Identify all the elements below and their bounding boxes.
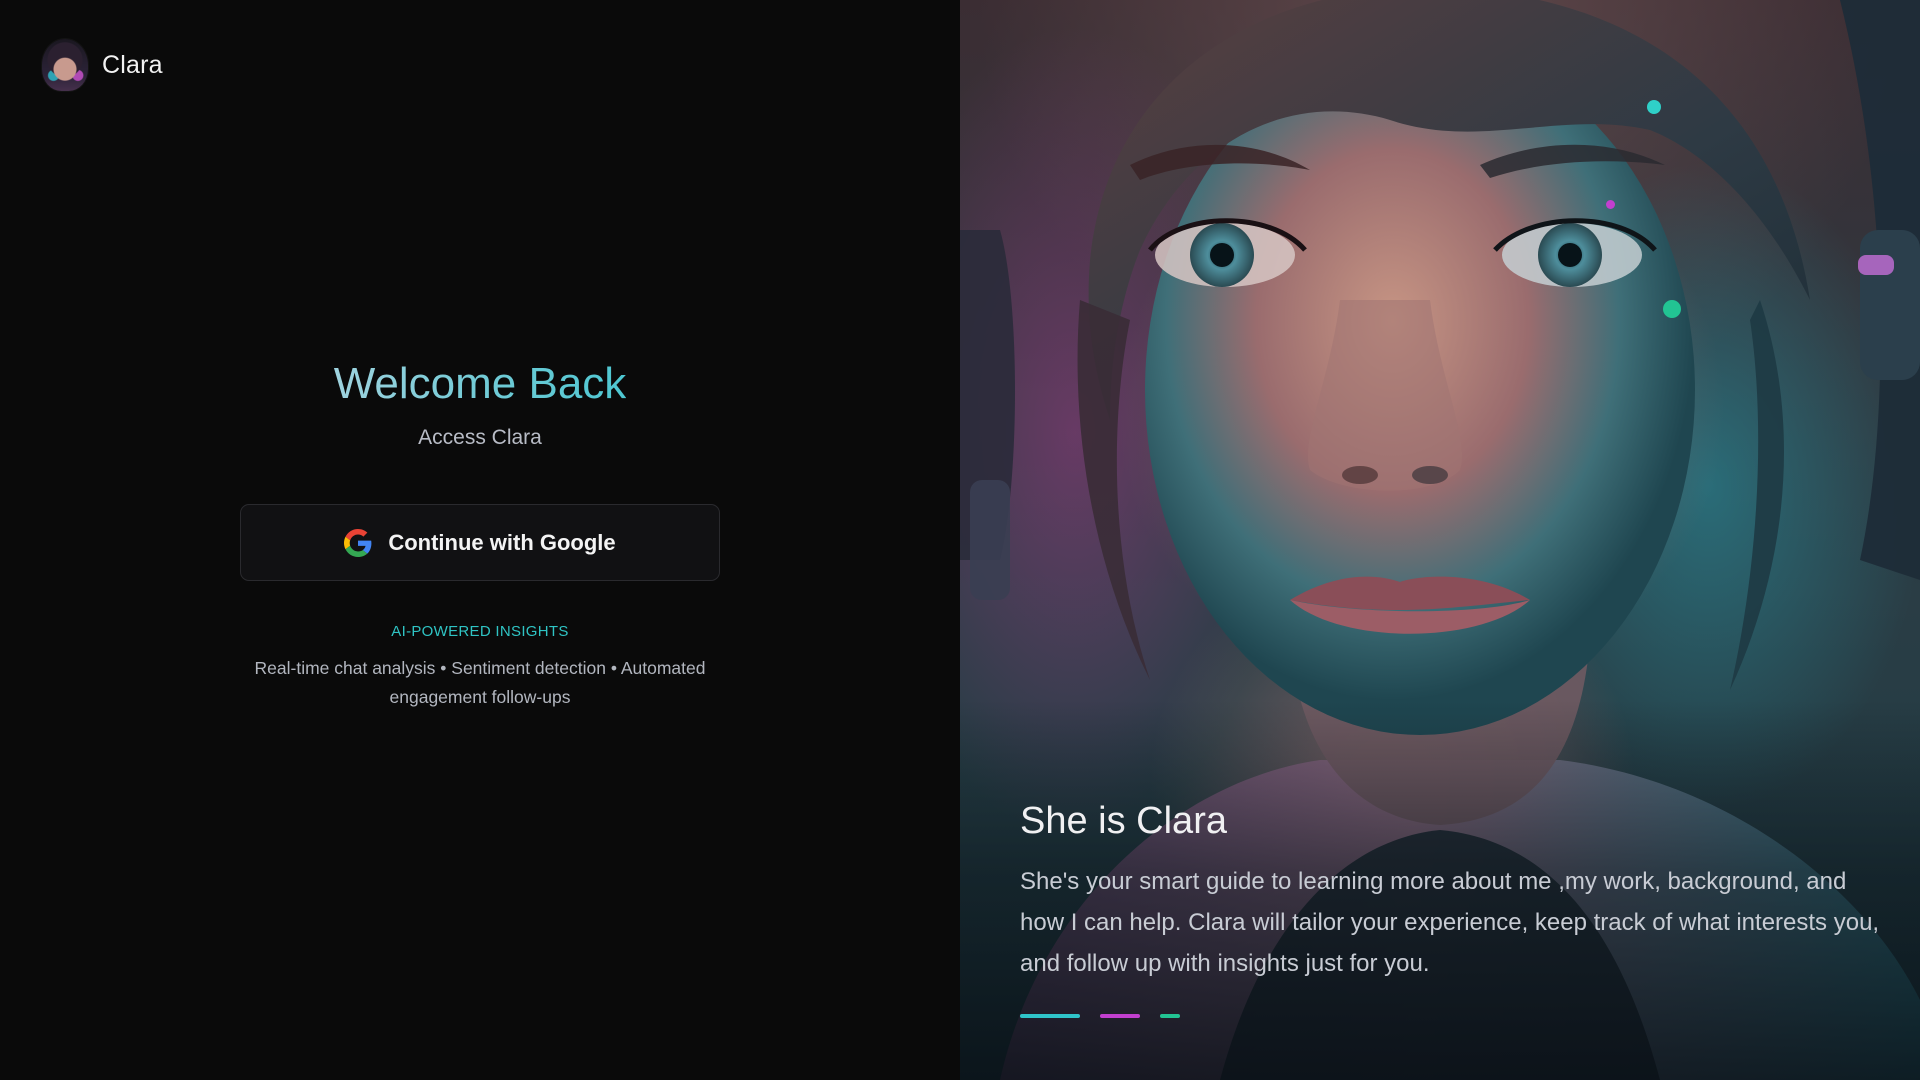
login-panel: Clara Welcome Back Access Clara Continue… <box>0 0 960 1080</box>
decor-dot <box>1647 100 1661 114</box>
slide-indicator-1[interactable] <box>1020 1014 1080 1018</box>
decor-dot <box>1663 300 1681 318</box>
hero-panel: She is Clara She's your smart guide to l… <box>960 0 1920 1080</box>
continue-with-google-button[interactable]: Continue with Google <box>240 504 720 581</box>
hero-caption: She is Clara She's your smart guide to l… <box>1020 795 1880 984</box>
hero-title: She is Clara <box>1020 800 1227 842</box>
login-form: Welcome Back Access Clara Continue with … <box>0 352 960 712</box>
google-button-label: Continue with Google <box>388 529 616 555</box>
hero-description: She's your smart guide to learning more … <box>1020 868 1880 977</box>
brand-name: Clara <box>102 50 163 79</box>
google-g-icon <box>344 528 372 557</box>
page-title: Welcome Back <box>334 352 627 416</box>
decor-dot <box>1606 200 1615 209</box>
slide-indicator-3[interactable] <box>1160 1014 1180 1018</box>
clara-avatar-icon <box>42 39 88 91</box>
slide-indicators <box>1020 1014 1180 1018</box>
page-subtitle: Access Clara <box>418 426 542 449</box>
insights-text: Real-time chat analysis • Sentiment dete… <box>254 658 706 707</box>
insights-title: AI-POWERED INSIGHTS <box>391 623 569 640</box>
login-page: Clara Welcome Back Access Clara Continue… <box>0 0 1920 1080</box>
brand[interactable]: Clara <box>42 39 163 91</box>
slide-indicator-2[interactable] <box>1100 1014 1140 1018</box>
